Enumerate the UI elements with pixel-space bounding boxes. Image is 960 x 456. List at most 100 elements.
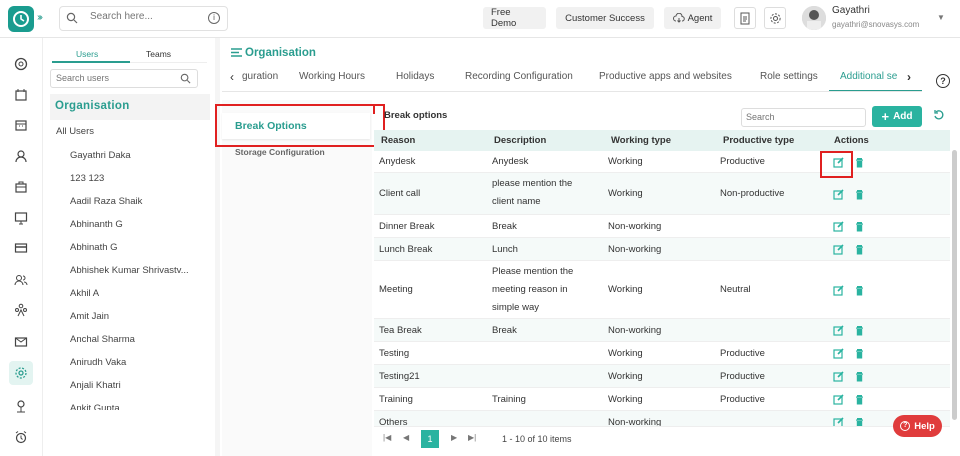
organisation-heading[interactable]: Organisation [50, 94, 210, 120]
delete-icon[interactable] [854, 371, 865, 382]
break-search[interactable] [741, 108, 866, 127]
free-demo-button[interactable]: Free Demo [483, 7, 546, 29]
cell-reason: Training [379, 393, 413, 405]
next-page-icon[interactable]: ▶ [451, 433, 457, 442]
users-icon[interactable] [11, 270, 31, 290]
menu-storage-configuration[interactable]: Storage Configuration [235, 147, 325, 157]
column-reason[interactable]: Reason [381, 135, 415, 146]
cell-productive-type: Neutral [720, 284, 751, 295]
tab-users[interactable]: Users [76, 49, 98, 59]
edit-icon[interactable] [833, 221, 844, 232]
tab-indicator [52, 61, 130, 63]
user-search-input[interactable] [56, 73, 166, 83]
calendar-icon[interactable] [11, 115, 31, 135]
user-list-item[interactable]: Abhishek Kumar Shrivastv... [70, 265, 200, 276]
dashboard-icon[interactable] [11, 54, 31, 74]
user-search[interactable] [50, 69, 198, 88]
delete-icon[interactable] [854, 348, 865, 359]
delete-icon[interactable] [854, 285, 865, 296]
card-icon[interactable] [11, 238, 31, 258]
page-number[interactable]: 1 [421, 430, 439, 448]
tab-working-hours[interactable]: Working Hours [299, 71, 365, 82]
tab-holidays[interactable]: Holidays [396, 71, 434, 82]
table-row: Testing21 Working Productive [374, 365, 950, 388]
avatar[interactable] [802, 6, 826, 30]
global-search[interactable]: i [59, 6, 228, 31]
mail-icon[interactable] [11, 332, 31, 352]
alarm-clock-icon[interactable] [11, 427, 31, 447]
profile-badge-icon[interactable] [11, 396, 31, 416]
edit-icon[interactable] [833, 371, 844, 382]
tab-teams[interactable]: Teams [146, 49, 171, 59]
delete-icon[interactable] [854, 189, 865, 200]
global-search-input[interactable] [90, 11, 190, 22]
column-working-type[interactable]: Working type [611, 135, 671, 146]
user-list-item[interactable]: Anchal Sharma [70, 334, 200, 345]
monitor-icon[interactable] [11, 208, 31, 228]
menu-icon[interactable] [231, 48, 242, 58]
user-list-item[interactable]: Abhinanth G [70, 219, 200, 230]
cell-working-type: Working [608, 156, 643, 167]
user-list-item[interactable]: Gayathri Daka [70, 150, 200, 161]
app-logo[interactable] [8, 6, 34, 32]
edit-icon[interactable] [833, 284, 844, 296]
user-list-item[interactable]: Anjali Khatri [70, 380, 200, 391]
edit-icon[interactable] [833, 188, 844, 200]
tab-recording-configuration[interactable]: Recording Configuration [465, 71, 573, 82]
table-scrollbar[interactable] [952, 150, 957, 420]
edit-icon[interactable] [833, 394, 844, 405]
settings-tabs: guration Working Hours Holidays Recordin… [222, 64, 922, 92]
cell-description: Anydesk [492, 156, 529, 167]
column-productive-type[interactable]: Productive type [723, 135, 794, 146]
edit-icon[interactable] [833, 348, 844, 359]
cell-description: Please mention the meeting reason in sim… [492, 266, 574, 313]
settings-gear-icon[interactable] [764, 7, 786, 29]
help-icon[interactable]: ? [936, 74, 950, 88]
user-list-item[interactable]: Amit Jain [70, 311, 200, 322]
refresh-icon[interactable] [933, 109, 945, 121]
edit-icon[interactable] [833, 325, 844, 336]
delete-icon[interactable] [854, 394, 865, 405]
add-break-button[interactable]: + Add [872, 106, 922, 127]
delete-icon[interactable] [854, 157, 865, 168]
expand-menu-icon[interactable]: ››› [37, 12, 43, 23]
settings-icon[interactable] [9, 361, 33, 385]
timesheet-icon[interactable] [11, 85, 31, 105]
delete-icon[interactable] [854, 244, 865, 255]
delete-icon[interactable] [854, 325, 865, 336]
user-list-item[interactable]: Anirudh Vaka [70, 357, 200, 368]
first-page-icon[interactable]: |◀ [383, 433, 391, 442]
help-button[interactable]: ? Help [893, 415, 942, 437]
info-icon[interactable]: i [208, 12, 220, 24]
user-list-item[interactable]: Ankit Gupta [70, 403, 200, 410]
cell-reason: Testing21 [379, 370, 420, 382]
delete-icon[interactable] [854, 221, 865, 232]
plus-icon: + [881, 109, 890, 124]
column-description[interactable]: Description [494, 135, 546, 146]
tab-role-settings[interactable]: Role settings [760, 71, 818, 82]
tab-productive-apps[interactable]: Productive apps and websites [599, 71, 732, 82]
document-icon[interactable] [734, 7, 756, 29]
tabs-scroll-right-icon[interactable]: › [907, 70, 911, 84]
panel-divider[interactable] [215, 38, 220, 456]
edit-icon[interactable] [833, 244, 844, 255]
prev-page-icon[interactable]: ◀ [403, 433, 409, 442]
agent-button[interactable]: Agent [664, 7, 721, 29]
briefcase-icon[interactable] [11, 177, 31, 197]
all-users-item[interactable]: All Users [56, 126, 186, 137]
search-icon [66, 12, 78, 24]
user-icon[interactable] [11, 146, 31, 166]
last-page-icon[interactable]: ▶| [468, 433, 476, 442]
user-list-item[interactable]: 123 123 [70, 173, 200, 184]
chevron-down-icon[interactable]: ▼ [937, 13, 945, 22]
customer-success-button[interactable]: Customer Success [556, 7, 654, 29]
user-list-item[interactable]: Aadil Raza Shaik [70, 196, 200, 207]
tab-configuration[interactable]: guration [242, 71, 278, 82]
break-search-input[interactable] [746, 112, 856, 122]
cell-reason: Anydesk [379, 156, 416, 167]
cell-description: Training [492, 393, 526, 405]
tab-additional-settings[interactable]: Additional se [840, 71, 897, 82]
user-list-item[interactable]: Akhil A [70, 288, 200, 299]
team-icon[interactable] [11, 300, 31, 320]
user-list-item[interactable]: Abhinath G [70, 242, 200, 253]
